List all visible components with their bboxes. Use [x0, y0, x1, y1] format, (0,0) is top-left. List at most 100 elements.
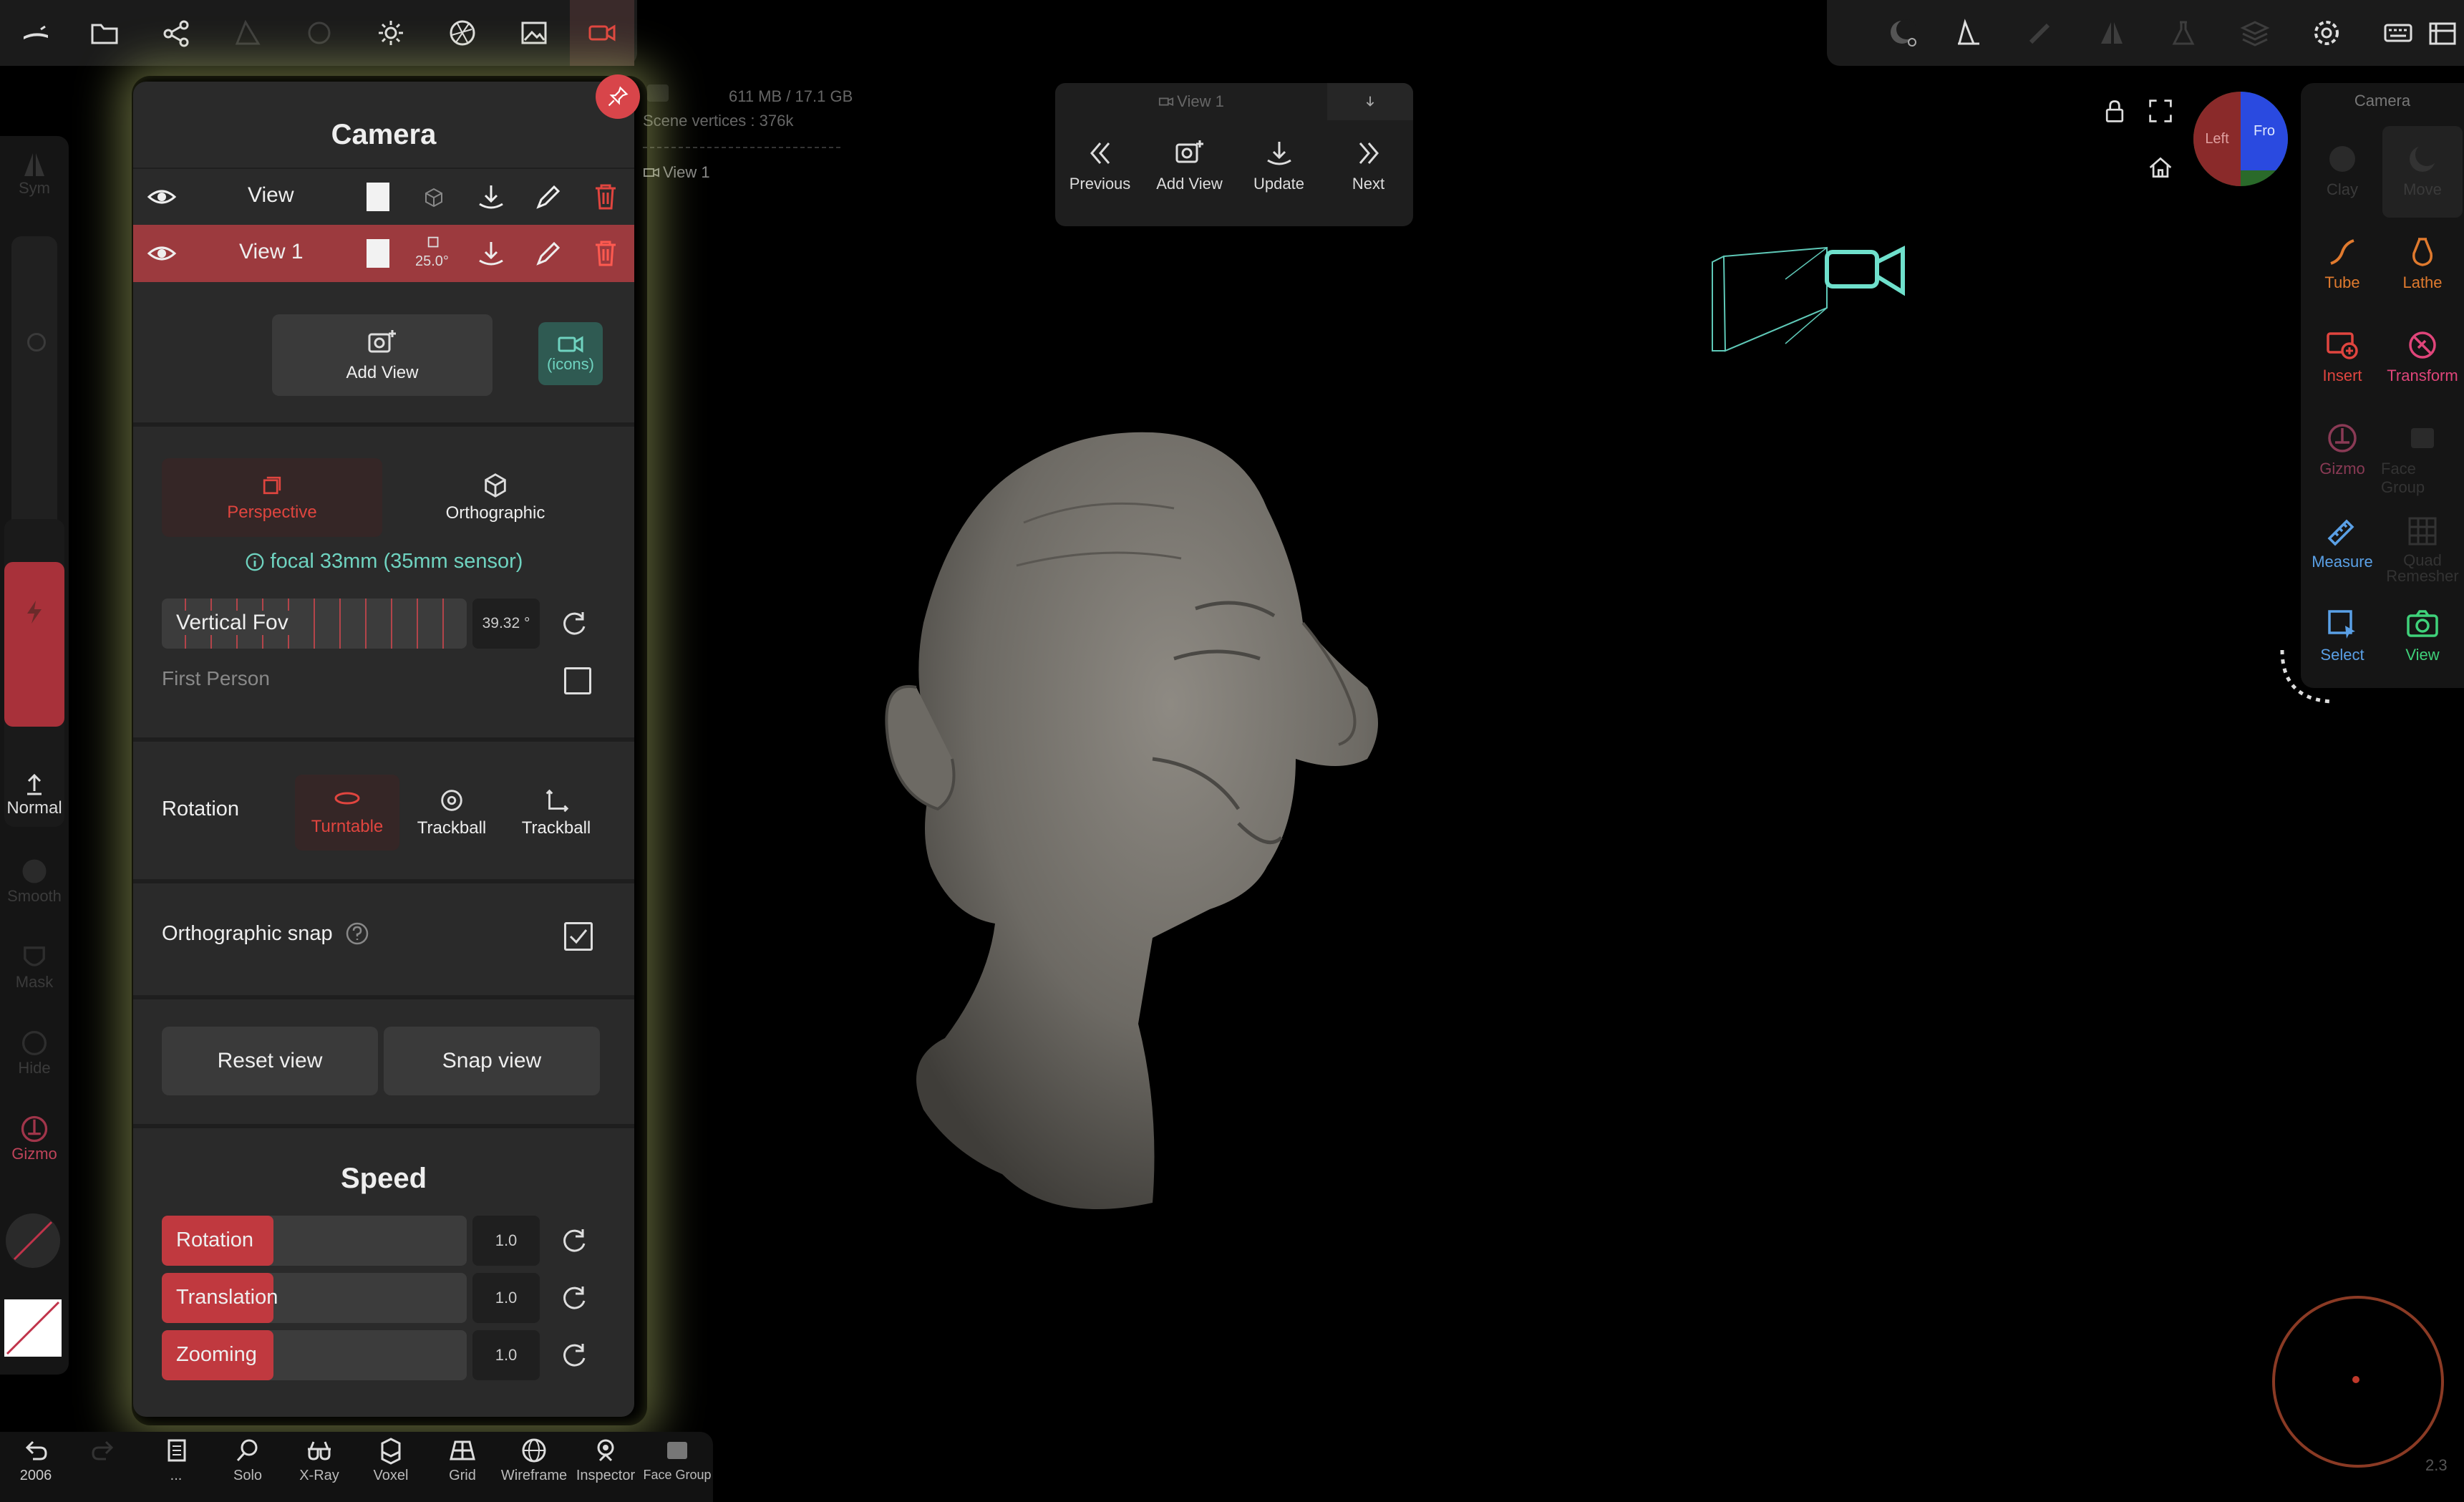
- next-view-button[interactable]: Next: [1324, 137, 1413, 193]
- mask-tool[interactable]: Mask: [0, 941, 69, 992]
- add-view-popup-button[interactable]: Add View: [1145, 137, 1234, 193]
- edit-pencil-icon[interactable]: [533, 238, 564, 269]
- clay-tool[interactable]: Clay: [2301, 142, 2384, 199]
- tube-tool[interactable]: Tube: [2301, 235, 2384, 292]
- trackball-axis-button[interactable]: Trackball: [504, 775, 608, 851]
- film-icon[interactable]: [2421, 0, 2464, 66]
- icons-button[interactable]: (icons): [538, 322, 603, 385]
- orthographic-button[interactable]: Orthographic: [385, 458, 606, 537]
- add-view-button[interactable]: Add View: [272, 314, 493, 396]
- transform-tool[interactable]: Transform: [2381, 328, 2464, 385]
- more-button[interactable]: ...: [140, 1436, 212, 1484]
- reset-icon[interactable]: [558, 1225, 590, 1256]
- rotation-speed-slider[interactable]: Rotation: [162, 1216, 467, 1266]
- turntable-button[interactable]: Turntable: [295, 775, 399, 851]
- scene-camera-wireframe[interactable]: [1711, 236, 1919, 365]
- edit-pencil-icon[interactable]: [533, 181, 564, 213]
- flask-icon[interactable]: [2148, 0, 2219, 66]
- share-icon[interactable]: [140, 0, 212, 66]
- zooming-speed-value[interactable]: 1.0: [472, 1330, 540, 1380]
- gizmo-right-tool[interactable]: Gizmo: [2301, 421, 2384, 478]
- cube-face-front[interactable]: Fro: [2241, 92, 2288, 170]
- material-icon[interactable]: [283, 0, 355, 66]
- measure-tool[interactable]: Measure: [2301, 514, 2384, 571]
- translation-speed-value[interactable]: 1.0: [472, 1273, 540, 1323]
- home-icon[interactable]: [2148, 155, 2173, 180]
- orientation-cube[interactable]: Left Fro: [2193, 92, 2288, 186]
- snap-view-button[interactable]: Snap view: [384, 1027, 600, 1095]
- download-icon[interactable]: [475, 181, 507, 213]
- pin-button[interactable]: [596, 74, 640, 119]
- perspective-button[interactable]: Perspective: [162, 458, 382, 537]
- folder-icon[interactable]: [69, 0, 140, 66]
- lathe-tool[interactable]: Lathe: [2381, 235, 2464, 292]
- light-icon[interactable]: [355, 0, 427, 66]
- update-view-button[interactable]: Update: [1234, 137, 1324, 193]
- cube-icon[interactable]: [423, 186, 445, 208]
- upload-icon: [27, 773, 42, 795]
- hide-tool[interactable]: Hide: [0, 1027, 69, 1077]
- view-name[interactable]: View 1: [239, 240, 304, 264]
- view-row-selected[interactable]: View 1 25.0°: [133, 225, 634, 282]
- visibility-eye-icon[interactable]: [146, 238, 178, 269]
- zooming-speed-slider[interactable]: Zooming: [162, 1330, 467, 1380]
- aperture-icon[interactable]: [427, 0, 498, 66]
- quad-remesher-tool[interactable]: Quad Remesher: [2381, 514, 2464, 584]
- trash-icon[interactable]: [590, 181, 621, 213]
- reset-icon[interactable]: [558, 1339, 590, 1371]
- trash-icon[interactable]: [590, 238, 621, 269]
- camera-icon[interactable]: [570, 0, 634, 66]
- wireframe-button[interactable]: Wireframe: [498, 1436, 570, 1484]
- fov-value[interactable]: 39.32 °: [472, 599, 540, 649]
- previous-view-button[interactable]: Previous: [1055, 137, 1145, 193]
- view-tool[interactable]: View: [2381, 607, 2464, 664]
- first-person-checkbox[interactable]: [564, 667, 591, 694]
- smooth-tool[interactable]: Smooth: [0, 856, 69, 906]
- undo-button[interactable]: 2006: [0, 1436, 72, 1484]
- voxel-button[interactable]: Voxel: [355, 1436, 427, 1484]
- image-icon[interactable]: [498, 0, 570, 66]
- translation-speed-slider[interactable]: Translation: [162, 1273, 467, 1323]
- settings-icon[interactable]: [2291, 0, 2362, 66]
- cube-face-left[interactable]: Left: [2193, 92, 2241, 186]
- grid-button[interactable]: Grid: [427, 1436, 498, 1484]
- primary-color-swatch[interactable]: [4, 1299, 62, 1357]
- insert-tool[interactable]: Insert: [2301, 328, 2384, 385]
- navigation-joystick[interactable]: [2272, 1296, 2444, 1468]
- redo-button[interactable]: [67, 1436, 139, 1465]
- reset-icon[interactable]: [558, 1282, 590, 1314]
- matcap-icon[interactable]: [1867, 0, 1939, 66]
- panel-resize-handle-icon[interactable]: [2276, 644, 2341, 709]
- help-icon[interactable]: [344, 921, 370, 946]
- reset-view-button[interactable]: Reset view: [162, 1027, 378, 1095]
- download-icon[interactable]: [475, 238, 507, 269]
- inspector-button[interactable]: Inspector: [570, 1436, 641, 1484]
- fullscreen-icon[interactable]: [2148, 98, 2173, 124]
- scene-icon[interactable]: [212, 0, 283, 66]
- visibility-eye-icon[interactable]: [146, 181, 178, 213]
- wand-icon[interactable]: [0, 0, 72, 66]
- view-row[interactable]: View: [133, 169, 634, 225]
- face-group-button[interactable]: Face Group: [641, 1436, 713, 1483]
- move-tool[interactable]: Move: [2381, 142, 2464, 199]
- rotation-speed-value[interactable]: 1.0: [472, 1216, 540, 1266]
- normal-tool[interactable]: Normal: [0, 770, 69, 818]
- trackball-button[interactable]: Trackball: [399, 775, 504, 851]
- solo-button[interactable]: Solo: [212, 1436, 283, 1484]
- popup-dropdown[interactable]: [1327, 83, 1413, 120]
- curve-icon[interactable]: [1933, 0, 2004, 66]
- xray-button[interactable]: X-Ray: [283, 1436, 355, 1484]
- sculpted-head-model[interactable]: [838, 422, 1389, 1217]
- reset-icon[interactable]: [558, 608, 590, 639]
- ortho-snap-checkbox[interactable]: [564, 922, 593, 951]
- fov-slider[interactable]: Vertical Fov: [162, 599, 467, 649]
- sym-tool[interactable]: Sym: [0, 150, 69, 198]
- view-name[interactable]: View: [248, 183, 294, 208]
- face-group-tool[interactable]: Face Group: [2381, 421, 2464, 497]
- secondary-color-swatch[interactable]: [6, 1213, 60, 1268]
- gizmo-tool[interactable]: Gizmo: [0, 1113, 69, 1163]
- layers-icon[interactable]: [2219, 0, 2291, 66]
- brush-icon[interactable]: [2004, 0, 2076, 66]
- symmetry-icon[interactable]: [2076, 0, 2148, 66]
- lock-icon[interactable]: [2102, 98, 2128, 124]
